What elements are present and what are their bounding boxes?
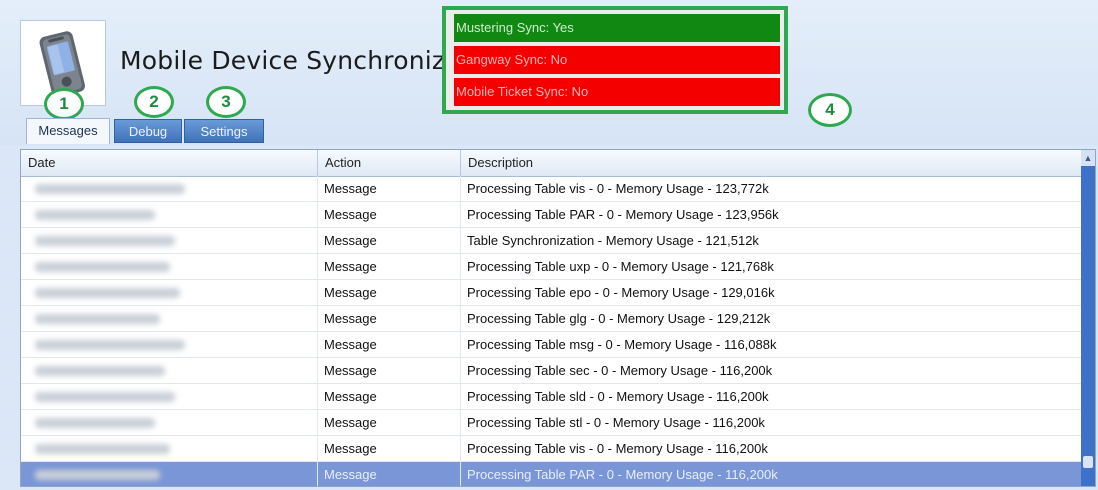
description-cell: Processing Table stl - 0 - Memory Usage … xyxy=(467,415,765,430)
tab-debug[interactable]: Debug xyxy=(114,119,182,143)
action-cell: Message xyxy=(318,332,461,357)
table-row[interactable]: Message Processing Table vis - 0 - Memory… xyxy=(21,176,1083,202)
table-row[interactable]: Message Processing Table PAR - 0 - Memory… xyxy=(21,462,1083,486)
action-cell: Message xyxy=(318,306,461,331)
gangway-sync-status: Gangway Sync: No xyxy=(454,46,780,74)
mustering-sync-status: Mustering Sync: Yes xyxy=(454,14,780,42)
action-cell: Message xyxy=(318,436,461,461)
table-row[interactable]: Message Processing Table uxp - 0 - Memory… xyxy=(21,254,1083,280)
redacted-date-blur xyxy=(35,418,155,428)
date-cell-redacted xyxy=(21,332,318,357)
date-cell-redacted xyxy=(21,358,318,383)
description-cell: Processing Table sec - 0 - Memory Usage … xyxy=(467,363,773,378)
table-row[interactable]: Message Table Synchronization - Memory Us… xyxy=(21,228,1083,254)
date-cell-redacted xyxy=(21,462,318,486)
redacted-date-blur xyxy=(35,262,170,272)
description-cell: Processing Table epo - 0 - Memory Usage … xyxy=(467,285,775,300)
scroll-grip[interactable] xyxy=(1083,456,1093,468)
table-row[interactable]: Message Processing Table epo - 0 - Memory… xyxy=(21,280,1083,306)
table-row[interactable]: Message Processing Table stl - 0 - Memory… xyxy=(21,410,1083,436)
column-header-date[interactable]: Date xyxy=(21,150,318,176)
date-cell-redacted xyxy=(21,280,318,305)
date-cell-redacted xyxy=(21,254,318,279)
date-cell-redacted xyxy=(21,176,318,201)
callout-4: 4 xyxy=(808,93,852,127)
action-cell: Message xyxy=(318,410,461,435)
description-cell: Processing Table glg - 0 - Memory Usage … xyxy=(467,311,771,326)
action-cell: Message xyxy=(318,228,461,253)
action-cell: Message xyxy=(318,358,461,383)
grid-header: Date Action Description xyxy=(21,150,1083,177)
redacted-date-blur xyxy=(35,210,155,220)
action-cell: Message xyxy=(318,280,461,305)
action-cell: Message xyxy=(318,462,461,486)
redacted-date-blur xyxy=(35,314,160,324)
date-cell-redacted xyxy=(21,410,318,435)
action-cell: Message xyxy=(318,176,461,201)
date-cell-redacted xyxy=(21,436,318,461)
mobile-ticket-sync-status: Mobile Ticket Sync: No xyxy=(454,78,780,106)
column-header-action[interactable]: Action xyxy=(318,150,461,176)
description-cell: Processing Table vis - 0 - Memory Usage … xyxy=(467,181,769,196)
action-cell: Message xyxy=(318,254,461,279)
action-cell: Message xyxy=(318,202,461,227)
description-cell: Processing Table msg - 0 - Memory Usage … xyxy=(467,337,777,352)
table-row[interactable]: Message Processing Table vis - 0 - Memory… xyxy=(21,436,1083,462)
table-row[interactable]: Message Processing Table PAR - 0 - Memory… xyxy=(21,202,1083,228)
callout-2: 2 xyxy=(134,86,174,118)
table-row[interactable]: Message Processing Table glg - 0 - Memory… xyxy=(21,306,1083,332)
scroll-up-arrow-icon[interactable]: ▲ xyxy=(1081,150,1095,166)
description-cell: Table Synchronization - Memory Usage - 1… xyxy=(467,233,759,248)
redacted-date-blur xyxy=(35,470,160,480)
sync-status-panel: Mustering Sync: Yes Gangway Sync: No Mob… xyxy=(442,6,788,114)
redacted-date-blur xyxy=(35,366,165,376)
tab-settings[interactable]: Settings xyxy=(184,119,264,143)
description-cell: Processing Table vis - 0 - Memory Usage … xyxy=(467,441,768,456)
column-header-description[interactable]: Description xyxy=(461,150,1083,176)
description-cell: Processing Table PAR - 0 - Memory Usage … xyxy=(467,207,779,222)
redacted-date-blur xyxy=(35,184,185,194)
date-cell-redacted xyxy=(21,228,318,253)
redacted-date-blur xyxy=(35,392,175,402)
table-row[interactable]: Message Processing Table sec - 0 - Memory… xyxy=(21,358,1083,384)
messages-grid: Date Action Description Message Processin… xyxy=(20,149,1096,487)
callout-1: 1 xyxy=(44,88,84,120)
app-title: Mobile Device Synchronize xyxy=(120,46,461,75)
date-cell-redacted xyxy=(21,202,318,227)
redacted-date-blur xyxy=(35,288,180,298)
redacted-date-blur xyxy=(35,236,175,246)
date-cell-redacted xyxy=(21,306,318,331)
callout-3: 3 xyxy=(206,86,246,118)
date-cell-redacted xyxy=(21,384,318,409)
description-cell: Processing Table uxp - 0 - Memory Usage … xyxy=(467,259,774,274)
table-row[interactable]: Message Processing Table sld - 0 - Memory… xyxy=(21,384,1083,410)
tab-messages[interactable]: Messages xyxy=(26,118,110,144)
redacted-date-blur xyxy=(35,340,185,350)
redacted-date-blur xyxy=(35,444,170,454)
table-row[interactable]: Message Processing Table msg - 0 - Memory… xyxy=(21,332,1083,358)
description-cell: Processing Table PAR - 0 - Memory Usage … xyxy=(467,467,778,482)
action-cell: Message xyxy=(318,384,461,409)
vertical-scrollbar[interactable]: ▲ xyxy=(1081,150,1095,486)
description-cell: Processing Table sld - 0 - Memory Usage … xyxy=(467,389,769,404)
